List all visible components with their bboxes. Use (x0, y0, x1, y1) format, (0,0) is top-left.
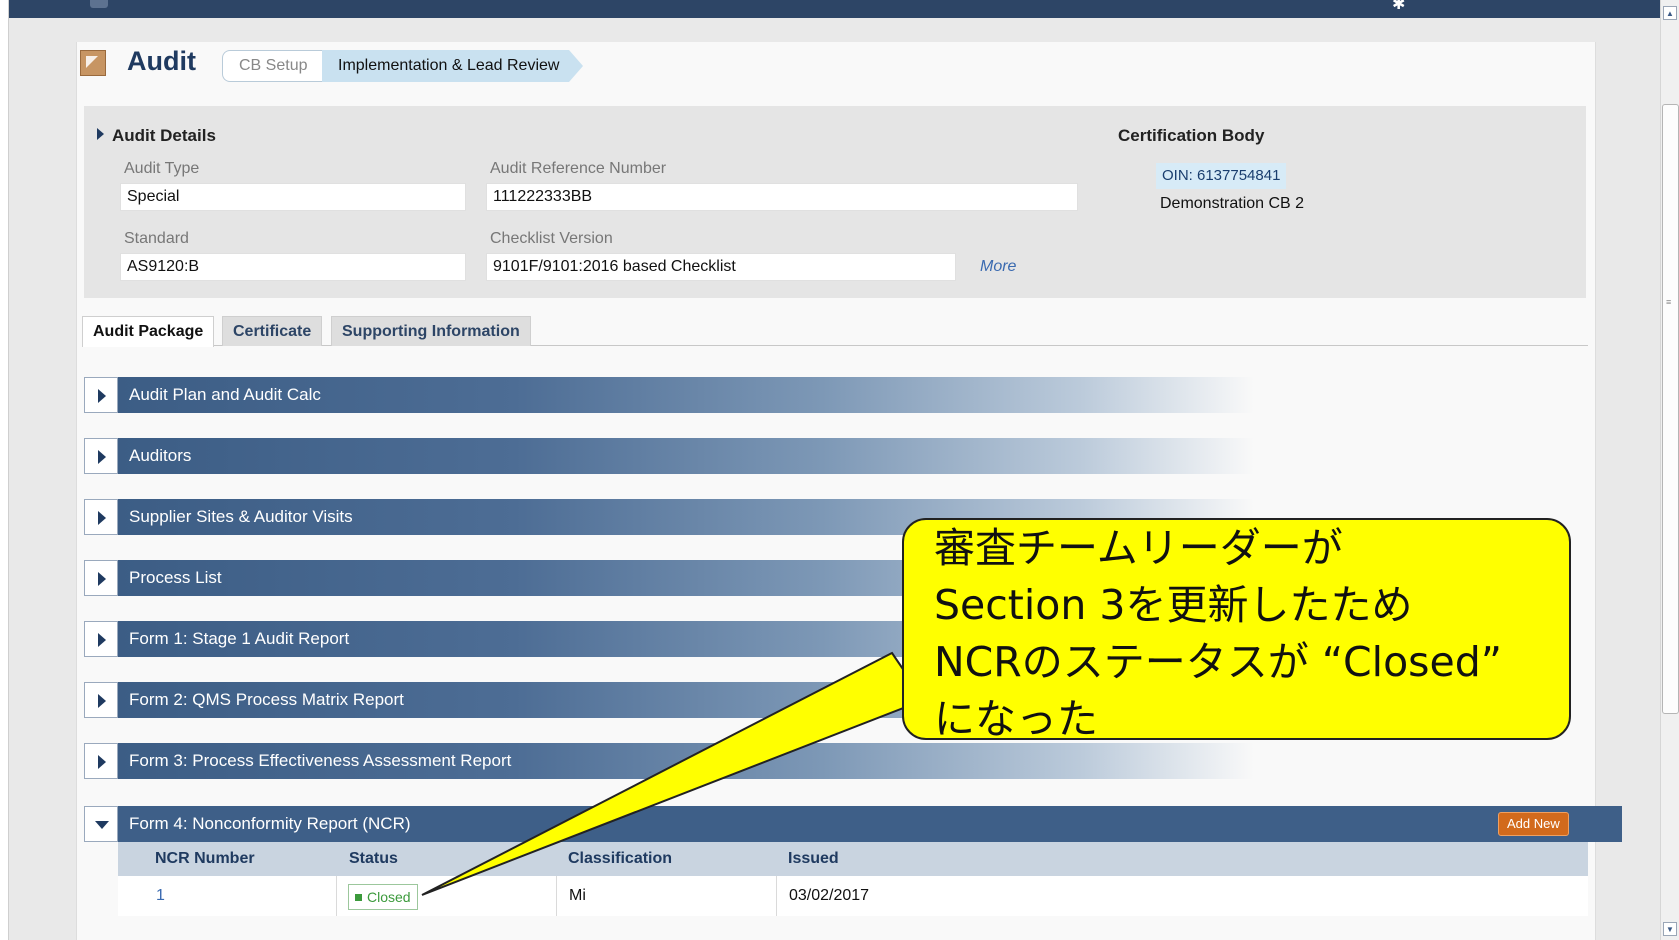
callout-line-2: Section 3を更新したため (934, 581, 1413, 629)
callout-line-3: NCRのステータスが “Closed” (934, 638, 1503, 686)
callout-line-1: 審査チームリーダーが (934, 524, 1343, 572)
callout-line-4: になった (934, 695, 1098, 743)
callout-pointer (421, 651, 926, 896)
annotation-callout: 審査チームリーダーが Section 3を更新したため NCRのステータスが “… (902, 518, 1571, 743)
callout-tail (421, 651, 926, 896)
